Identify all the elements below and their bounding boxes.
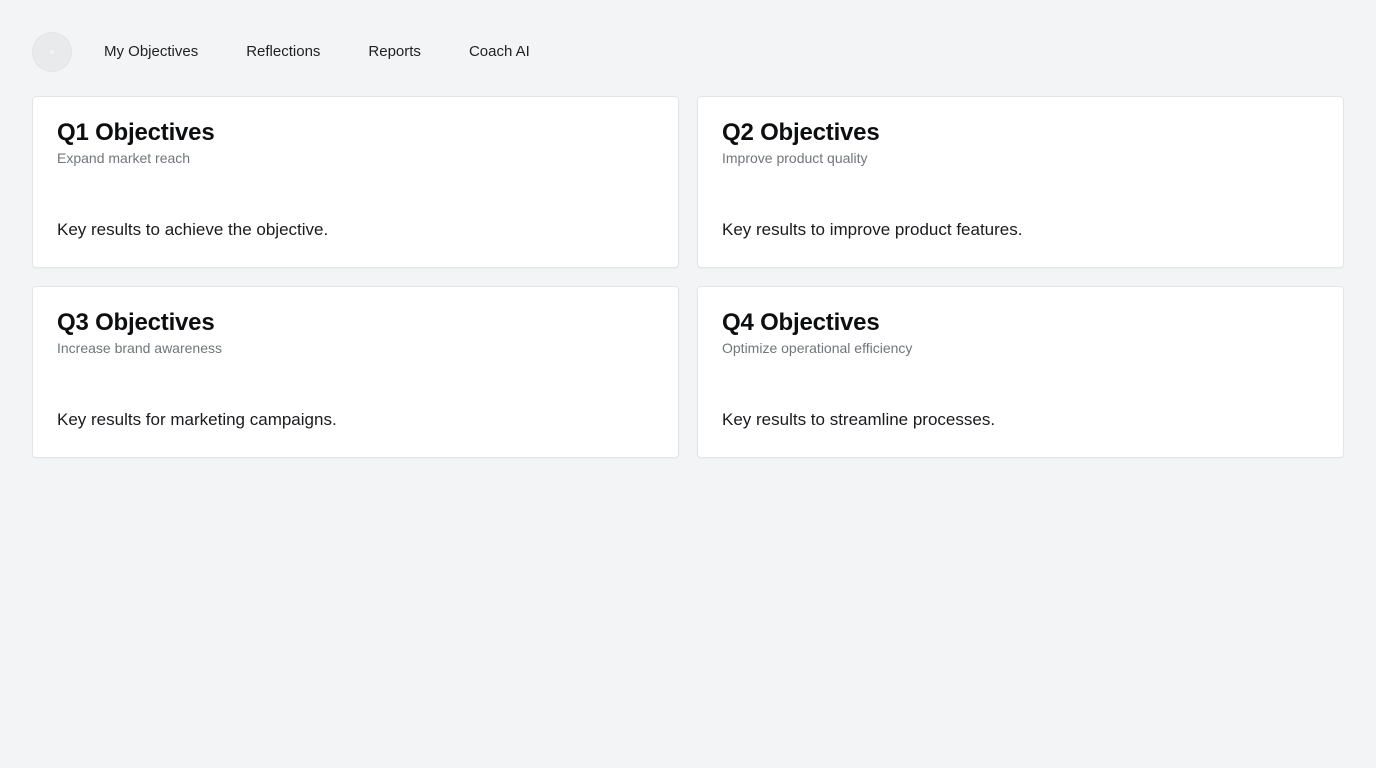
card-subtitle: Expand market reach bbox=[57, 150, 191, 166]
card-title: Q2 Objectives bbox=[722, 119, 880, 146]
avatar[interactable] bbox=[32, 32, 72, 72]
nav-link-reflections[interactable]: Reflections bbox=[246, 42, 320, 62]
objective-card-q2[interactable]: Q2 Objectives Improve product quality Ke… bbox=[697, 96, 1344, 268]
avatar-icon bbox=[50, 50, 54, 54]
card-description: Key results for marketing campaigns. bbox=[57, 410, 337, 429]
card-subtitle: Optimize operational efficiency bbox=[722, 340, 913, 356]
card-subtitle: Improve product quality bbox=[722, 150, 868, 166]
top-navigation: My Objectives Reflections Reports Coach … bbox=[32, 32, 578, 72]
objective-card-q1[interactable]: Q1 Objectives Expand market reach Key re… bbox=[32, 96, 679, 268]
card-description: Key results to achieve the objective. bbox=[57, 220, 329, 239]
card-subtitle: Increase brand awareness bbox=[57, 340, 222, 356]
card-description: Key results to streamline processes. bbox=[722, 410, 996, 429]
nav-link-reports[interactable]: Reports bbox=[368, 42, 421, 62]
objectives-grid: Q1 Objectives Expand market reach Key re… bbox=[32, 96, 1344, 458]
objective-card-q4[interactable]: Q4 Objectives Optimize operational effic… bbox=[697, 286, 1344, 458]
card-title: Q4 Objectives bbox=[722, 309, 880, 336]
nav-link-my-objectives[interactable]: My Objectives bbox=[104, 42, 198, 62]
nav-links: My Objectives Reflections Reports Coach … bbox=[104, 42, 578, 62]
objective-card-q3[interactable]: Q3 Objectives Increase brand awareness K… bbox=[32, 286, 679, 458]
card-title: Q1 Objectives bbox=[57, 119, 215, 146]
nav-link-coach-ai[interactable]: Coach AI bbox=[469, 42, 530, 62]
card-title: Q3 Objectives bbox=[57, 309, 215, 336]
card-description: Key results to improve product features. bbox=[722, 220, 1023, 239]
